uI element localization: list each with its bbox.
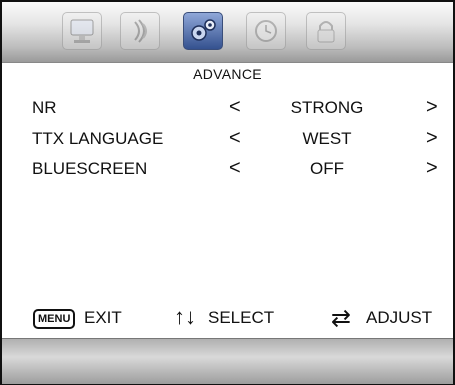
select-hint: SELECT [208,308,275,327]
bottom-bar [2,338,453,384]
tab-sound[interactable] [120,12,160,50]
menu-item-value: OFF [310,159,344,178]
exit-hint: EXIT [84,308,122,327]
increase-arrow[interactable]: > [426,157,438,180]
decrease-arrow[interactable]: < [229,127,241,150]
menu-item-value: WEST [302,129,352,148]
tab-lock[interactable] [306,12,346,50]
decrease-arrow[interactable]: < [229,96,241,119]
increase-arrow[interactable]: > [426,96,438,119]
key-hint-bar: MENU EXIT ↑↓ SELECT ⇄ ADJUST [2,304,453,332]
osd-menu-window: ADVANCE NR < STRONG > TTX LANGUAGE < WES… [0,0,455,385]
left-right-arrows-icon: ⇄ [331,305,352,332]
menu-item-label: NR [32,98,57,117]
increase-arrow[interactable]: > [426,127,438,150]
decrease-arrow[interactable]: < [229,157,241,180]
lock-icon [317,21,335,43]
gears-icon [191,19,216,41]
tab-advance[interactable] [183,12,223,50]
up-down-arrows-icon: ↑↓ [174,304,196,329]
monitor-icon [70,19,94,43]
menu-key-icon: MENU [33,309,76,329]
sound-icon [134,19,147,43]
menu-item-label: BLUESCREEN [32,159,148,178]
menu-item-value: STRONG [290,98,364,117]
menu-item-nr[interactable]: NR < STRONG > [2,96,453,122]
tab-picture[interactable] [62,12,102,50]
tab-time[interactable] [246,12,286,50]
adjust-hint: ADJUST [366,308,433,327]
page-title: ADVANCE [193,66,262,82]
menu-tab-bar [2,2,453,63]
menu-item-bluescreen[interactable]: BLUESCREEN < OFF > [2,157,453,183]
clock-icon [255,20,277,42]
menu-item-ttx-language[interactable]: TTX LANGUAGE < WEST > [2,127,453,153]
menu-item-label: TTX LANGUAGE [32,129,164,148]
